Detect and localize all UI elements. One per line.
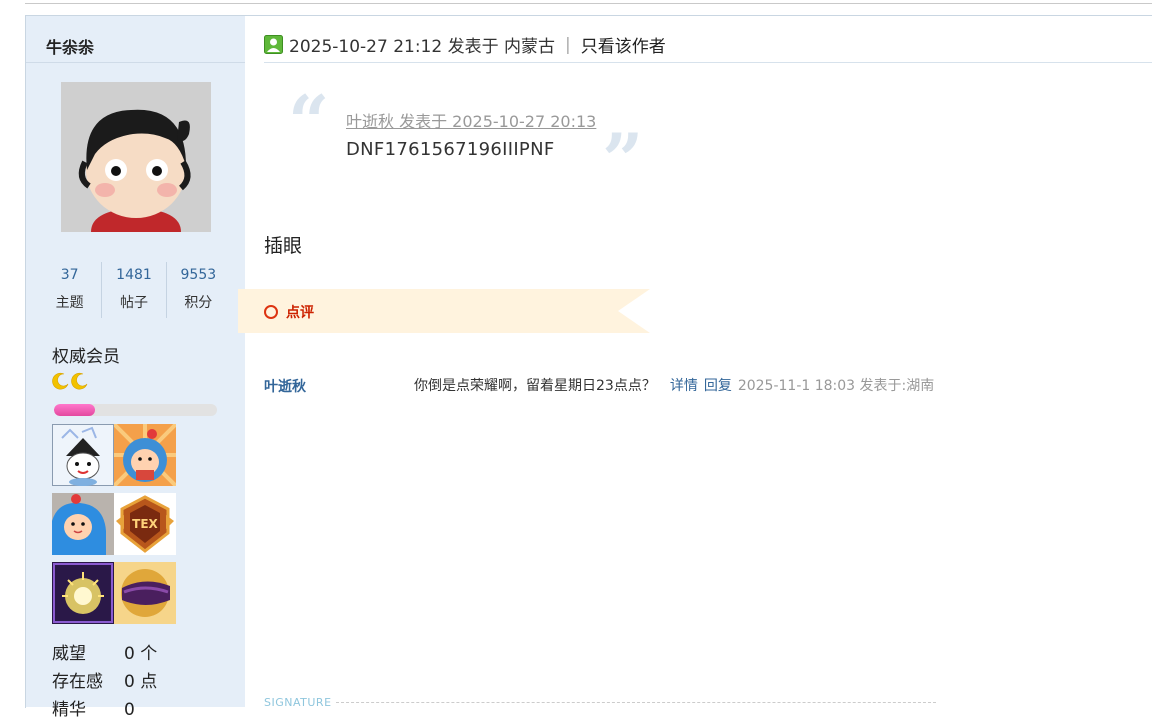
author-stats: 37 主题 1481 帖子 9553 积分 <box>38 262 230 318</box>
quote-text: DNF1761567196IIIPNF <box>346 139 555 160</box>
moon-icon <box>71 372 88 390</box>
info-prestige: 威望 0 个 <box>52 640 157 668</box>
comment-section-title: 点评 <box>286 305 314 321</box>
avatar[interactable] <box>61 82 211 232</box>
author-sidebar: 牛尜尜 37 主题 1481 帖子 9553 积分 权威会员 TEX 威望 0 … <box>26 16 245 720</box>
medal-tex-crest-icon[interactable]: TEX <box>114 493 176 555</box>
comment-text: 你倒是点荣耀啊，留着星期日23点点？ <box>414 378 656 394</box>
stat-credits-label: 积分 <box>184 295 213 311</box>
medal-grid: TEX <box>52 424 178 624</box>
stat-posts[interactable]: 1481 帖子 <box>102 262 167 318</box>
comment-time: 2025-11-1 18:03 发表于:湖南 <box>737 378 935 394</box>
signature-label: SIGNATURE <box>264 696 332 709</box>
comment-reply-link[interactable]: 回复 <box>704 378 732 394</box>
medal-mvp-icon[interactable] <box>52 562 114 624</box>
stat-posts-label: 帖子 <box>119 295 148 311</box>
signature-line <box>335 702 936 703</box>
level-progress-fill <box>54 404 95 416</box>
comment-detail-link[interactable]: 详情 <box>670 378 698 394</box>
author-info: 威望 0 个 存在感 0 点 精华 0 <box>52 640 157 724</box>
header-separator: | <box>565 34 571 55</box>
quote-close-icon: ” <box>602 117 644 202</box>
circle-icon <box>264 305 278 319</box>
post-body: 插眼 <box>264 235 303 257</box>
stat-posts-value[interactable]: 1481 <box>102 267 165 283</box>
stat-topics[interactable]: 37 主题 <box>38 262 103 318</box>
info-digest-key: 精华 <box>52 700 86 720</box>
only-author-link[interactable]: 只看该作者 <box>581 32 666 57</box>
online-user-icon <box>264 35 283 54</box>
medal-blue-mascot-cake-icon[interactable] <box>114 424 176 486</box>
post-time: 2025-10-27 21:12 发表于 内蒙古 <box>289 37 555 57</box>
sidebar-divider <box>26 62 245 63</box>
medal-ghost-mage-icon[interactable] <box>52 424 114 486</box>
info-presence: 存在感 0 点 <box>52 668 157 696</box>
comment-section-label: 点评 <box>264 302 314 322</box>
stat-credits-value[interactable]: 9553 <box>167 267 230 283</box>
comment-content: 你倒是点荣耀啊，留着星期日23点点？ 详情 回复 2025-11-1 18:03 发表… <box>414 375 934 395</box>
svg-text:TEX: TEX <box>132 517 158 531</box>
signature-divider: SIGNATURE <box>264 696 936 709</box>
level-icons <box>52 372 89 390</box>
info-prestige-key: 威望 <box>52 644 86 664</box>
comment-row: 叶逝秋 你倒是点荣耀啊，留着星期日23点点？ 详情 回复 2025-11-1 18:0… <box>264 374 1152 396</box>
quote-author-link[interactable]: 叶逝秋 发表于 2025-10-27 20:13 <box>346 108 596 132</box>
post-header: 2025-10-27 21:12 发表于 内蒙古 | 只看该作者 <box>264 32 666 57</box>
author-username[interactable]: 牛尜尜 <box>46 34 94 58</box>
medal-purple-badge-icon[interactable] <box>114 562 176 624</box>
avatar-cartoon-boy-icon <box>61 82 211 232</box>
info-prestige-value: 0 个 <box>124 644 158 664</box>
stat-topics-value[interactable]: 37 <box>38 267 101 283</box>
stat-credits[interactable]: 9553 积分 <box>167 262 230 318</box>
comment-author[interactable]: 叶逝秋 <box>264 376 306 396</box>
level-progress-bar <box>54 404 217 416</box>
info-digest-value: 0 <box>124 700 135 720</box>
header-divider <box>264 62 1152 63</box>
member-title[interactable]: 权威会员 <box>52 342 120 367</box>
stat-topics-label: 主题 <box>55 295 84 311</box>
info-presence-key: 存在感 <box>52 672 103 692</box>
moon-icon <box>52 372 69 390</box>
info-digest: 精华 0 <box>52 696 157 724</box>
top-divider <box>25 0 1152 4</box>
info-presence-value: 0 点 <box>124 672 158 692</box>
quote-open-icon: “ <box>288 79 330 164</box>
medal-blue-mascot-icon[interactable] <box>52 493 114 555</box>
